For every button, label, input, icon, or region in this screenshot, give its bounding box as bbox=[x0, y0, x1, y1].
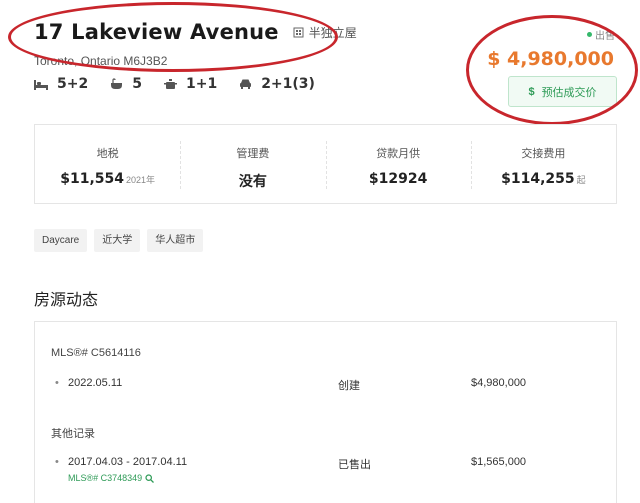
history-mls-link[interactable]: MLS®# C3748349 bbox=[68, 473, 155, 483]
status-badge: 出售 bbox=[587, 27, 615, 42]
estimate-price-label: 预估成交价 bbox=[541, 86, 597, 99]
stat-closing-costs: 交接费用 $114,255 起 bbox=[470, 125, 616, 203]
car-icon bbox=[240, 79, 252, 89]
stat-value-text: $11,554 bbox=[60, 171, 124, 187]
bullet-icon: • bbox=[55, 456, 59, 468]
history-event: 已售出 bbox=[338, 459, 371, 471]
stat-suffix: 2021年 bbox=[125, 175, 156, 185]
history-date: 2017.04.03 - 2017.04.11 bbox=[68, 456, 188, 468]
status-label: 出售 bbox=[595, 31, 615, 42]
stat-label: 地税 bbox=[96, 148, 119, 160]
stat-maintenance-fee: 管理费 没有 bbox=[180, 125, 325, 203]
bathrooms-value: 5 bbox=[132, 76, 142, 92]
kitchens-value: 1+1 bbox=[185, 76, 218, 92]
history-mls-text: MLS®# C3748349 bbox=[68, 473, 143, 483]
tag-daycare[interactable]: Daycare bbox=[34, 229, 88, 252]
stat-label: 贷款月供 bbox=[376, 148, 421, 160]
tag-chinese-supermarket[interactable]: 华人超市 bbox=[147, 229, 204, 252]
activity-amount: $4,980,000 bbox=[471, 377, 527, 389]
stat-label: 交接费用 bbox=[521, 148, 566, 160]
address: Toronto, Ontario M6J3B2 bbox=[34, 54, 168, 68]
search-icon bbox=[145, 473, 155, 483]
stat-suffix: 起 bbox=[576, 175, 586, 185]
dollar-icon: $ bbox=[528, 85, 535, 98]
bedrooms: 5+2 bbox=[34, 76, 88, 92]
stat-value: 没有 bbox=[180, 171, 325, 191]
bed-icon bbox=[34, 79, 48, 90]
listing-title: 17 Lakeview Avenue bbox=[34, 20, 279, 44]
pot-icon bbox=[163, 79, 177, 89]
stat-property-tax: 地税 $11,554 2021年 bbox=[35, 125, 180, 203]
title-row: 17 Lakeview Avenue 半独立屋 bbox=[34, 20, 357, 44]
stat-value-text: $12924 bbox=[368, 171, 428, 187]
property-type-label: 半独立屋 bbox=[308, 25, 357, 40]
property-type: 半独立屋 bbox=[293, 24, 357, 41]
other-records-title: 其他记录 bbox=[51, 428, 95, 440]
stat-value: $114,255 起 bbox=[471, 171, 616, 187]
stat-mortgage-payment: 贷款月供 $12924 bbox=[325, 125, 471, 203]
stat-value-text: $114,255 bbox=[501, 171, 575, 187]
parking: 2+1(3) bbox=[239, 76, 315, 92]
listing-price: $ 4,980,000 bbox=[487, 48, 614, 70]
kitchens: 1+1 bbox=[163, 76, 218, 92]
activity-event: 创建 bbox=[338, 380, 360, 392]
history-amount: $1,565,000 bbox=[471, 456, 527, 468]
parking-value: 2+1(3) bbox=[261, 76, 315, 92]
estimate-price-button[interactable]: $ 预估成交价 bbox=[508, 76, 617, 107]
tag-near-university[interactable]: 近大学 bbox=[94, 229, 141, 252]
status-dot bbox=[587, 32, 592, 37]
stat-label: 管理费 bbox=[236, 148, 270, 160]
bathtub-icon bbox=[111, 78, 123, 89]
activity-panel: MLS®# C5614116 • 2022.05.11 创建 $4,980,00… bbox=[34, 321, 617, 503]
activity-date: 2022.05.11 bbox=[68, 377, 123, 389]
stats-panel: 地税 $11,554 2021年 管理费 没有 贷款月供 $12924 交接费用 … bbox=[34, 124, 617, 204]
mls-number: MLS®# C5614116 bbox=[51, 347, 141, 359]
features-row: 5+2 5 1+1 2+1(3) bbox=[34, 76, 337, 92]
stat-value-text: 没有 bbox=[238, 174, 267, 190]
feature-tags: Daycare 近大学 华人超市 bbox=[34, 229, 210, 252]
section-title-activity: 房源动态 bbox=[34, 292, 99, 309]
building-icon bbox=[293, 27, 304, 37]
stat-value: $11,554 2021年 bbox=[35, 171, 180, 187]
bullet-icon: • bbox=[55, 377, 59, 389]
bathrooms: 5 bbox=[110, 76, 142, 92]
stat-value: $12924 bbox=[326, 171, 471, 187]
bedrooms-value: 5+2 bbox=[57, 76, 89, 92]
